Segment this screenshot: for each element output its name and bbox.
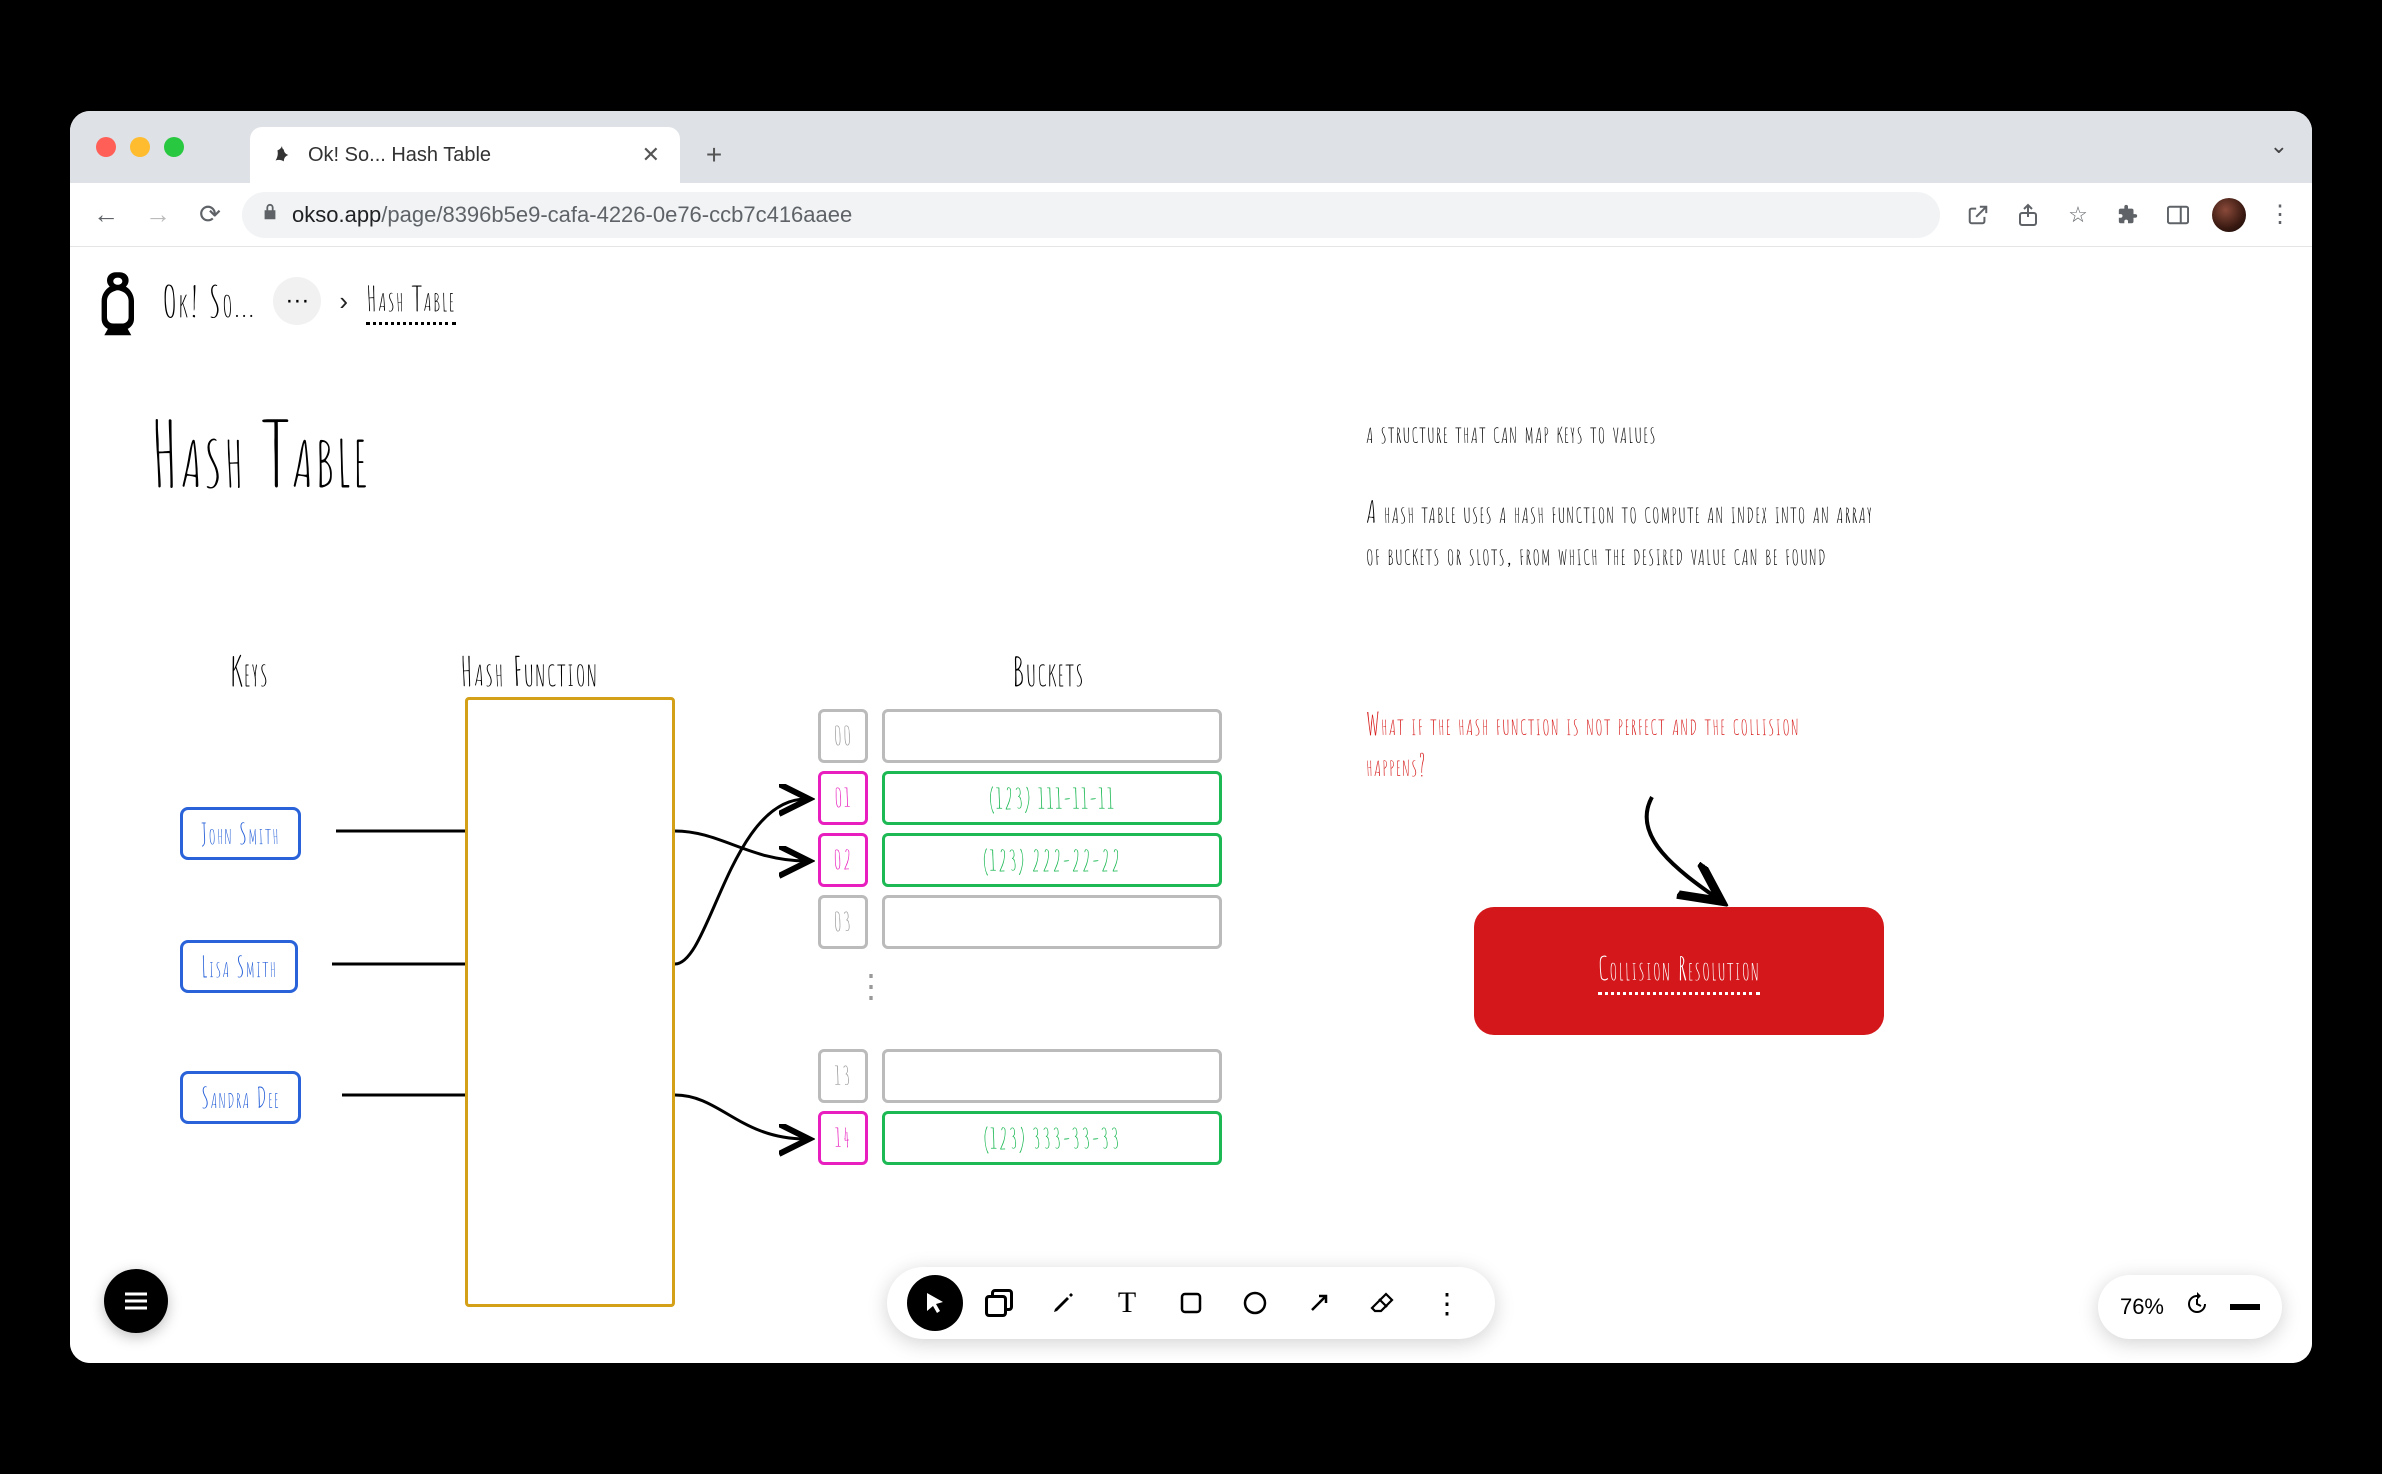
maximize-window-button[interactable] [164,137,184,157]
close-tab-button[interactable]: ✕ [642,142,660,168]
bookmark-star-icon[interactable]: ☆ [2062,199,2094,231]
rectangle-tool[interactable] [1163,1275,1219,1331]
share-icon[interactable] [2012,199,2044,231]
pen-tool[interactable] [1035,1275,1091,1331]
side-panel-icon[interactable] [2162,199,2194,231]
collision-resolution-button[interactable]: Collision Resolution [1474,907,1884,1035]
pages-tool[interactable] [971,1275,1027,1331]
more-tools-button[interactable]: ⋮ [1419,1275,1475,1331]
drawing-toolbar: T ⋮ [887,1267,1495,1339]
zoom-out-button[interactable] [2230,1304,2260,1310]
forward-button[interactable]: → [138,195,178,235]
question-text: What if the hash function is not perfect… [1366,705,1866,786]
window-controls [96,137,184,157]
browser-window: Ok! So... Hash Table ✕ + ⌄ ← → ⟳ okso.ap… [70,111,2312,1363]
browser-menu-button[interactable]: ⋮ [2264,200,2296,229]
browser-tab[interactable]: Ok! So... Hash Table ✕ [250,127,680,183]
extensions-icon[interactable] [2112,199,2144,231]
url-domain: okso.app [292,202,381,227]
address-bar[interactable]: okso.app/page/8396b5e9-cafa-4226-0e76-cc… [242,192,1940,238]
text-tool[interactable]: T [1099,1275,1155,1331]
description-text: A hash table uses a hash function to com… [1366,492,1886,576]
tab-favicon [270,143,294,167]
app-canvas[interactable]: Ok! So... ··· › Hash Table Hash Table Ke… [70,247,2312,1363]
arrow-tool[interactable] [1291,1275,1347,1331]
url-path: /page/8396b5e9-cafa-4226-0e76-ccb7c416aa… [381,202,852,227]
profile-avatar[interactable] [2212,198,2246,232]
ellipse-tool[interactable] [1227,1275,1283,1331]
collision-resolution-label: Collision Resolution [1598,947,1760,995]
open-external-icon[interactable] [1962,199,1994,231]
description-text: a structure that can map keys to values [1366,412,1657,454]
tabs-dropdown-button[interactable]: ⌄ [2270,133,2288,159]
history-icon[interactable] [2184,1291,2210,1324]
diagram-arrows [70,247,2312,1363]
back-button[interactable]: ← [86,195,126,235]
zoom-level[interactable]: 76% [2120,1294,2164,1320]
select-tool[interactable] [907,1275,963,1331]
eraser-tool[interactable] [1355,1275,1411,1331]
zoom-controls: 76% [2098,1275,2282,1339]
toolbar-actions: ☆ ⋮ [1962,198,2296,232]
close-window-button[interactable] [96,137,116,157]
browser-toolbar: ← → ⟳ okso.app/page/8396b5e9-cafa-4226-0… [70,183,2312,247]
minimize-window-button[interactable] [130,137,150,157]
tab-bar: Ok! So... Hash Table ✕ + ⌄ [70,111,2312,183]
new-tab-button[interactable]: + [694,135,734,175]
lock-icon [262,203,278,226]
tab-title: Ok! So... Hash Table [308,144,628,167]
reload-button[interactable]: ⟳ [190,195,230,235]
main-menu-button[interactable] [104,1269,168,1333]
